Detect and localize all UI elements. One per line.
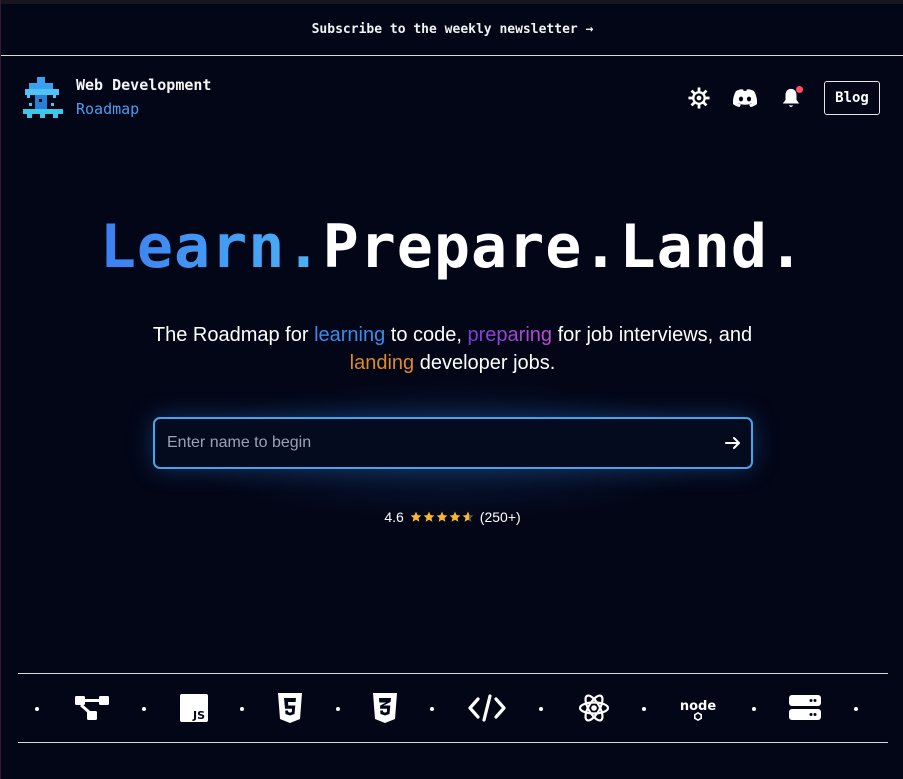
newsletter-text[interactable]: Subscribe to the weekly newsletter → — [312, 22, 594, 37]
tagline-part: developer jobs. — [414, 352, 556, 374]
nodejs-icon[interactable]: node — [678, 690, 718, 726]
separator-dot — [642, 707, 646, 711]
rating: 4.6 (250+) — [1, 509, 903, 525]
settings-icon[interactable] — [686, 85, 712, 111]
svg-text:JS: JS — [192, 709, 205, 722]
discord-icon[interactable] — [732, 85, 758, 111]
tagline-part: for job interviews, and — [552, 324, 753, 346]
tagline-part: to code, — [385, 324, 468, 346]
arrow-right-icon[interactable] — [723, 433, 743, 453]
brand-title[interactable]: Web Development — [76, 76, 211, 94]
search-box[interactable] — [153, 417, 753, 469]
css3-icon[interactable] — [365, 690, 405, 726]
roadmap-logo-icon[interactable] — [23, 77, 63, 121]
tagline-learning: learning — [314, 324, 386, 346]
tagline-part: The Roadmap for — [152, 324, 315, 346]
rating-score: 4.6 — [384, 509, 404, 525]
react-icon[interactable] — [574, 690, 614, 726]
html5-icon[interactable] — [270, 690, 310, 726]
separator-dot — [854, 707, 858, 711]
brand-subtitle[interactable]: Roadmap — [76, 100, 139, 118]
svg-text:node: node — [680, 699, 716, 714]
separator-dot — [539, 707, 543, 711]
star-icon — [410, 511, 422, 522]
tagline-landing: landing — [349, 352, 415, 374]
star-icon — [436, 511, 448, 522]
separator-dot — [752, 707, 756, 711]
hero-title-learn: Learn. — [99, 212, 323, 282]
separator-dot — [240, 707, 244, 711]
rating-count: (250+) — [479, 509, 521, 525]
roadmap-graph-icon[interactable] — [72, 690, 112, 726]
notification-dot — [796, 86, 803, 93]
code-icon[interactable] — [467, 690, 507, 726]
blog-button[interactable]: Blog — [824, 81, 880, 115]
page: Subscribe to the weekly newsletter → Web… — [0, 0, 903, 779]
star-icon — [423, 511, 435, 522]
hero-tagline: The Roadmap for learning to code, prepar… — [101, 321, 804, 377]
star-icon — [462, 511, 474, 522]
hero-title-rest: Prepare.Land. — [322, 212, 806, 282]
star-icon — [449, 511, 461, 522]
newsletter-banner[interactable]: Subscribe to the weekly newsletter → — [1, 4, 903, 56]
javascript-icon[interactable]: JS — [174, 690, 214, 726]
hero-title: Learn.Prepare.Land. — [1, 212, 903, 282]
rating-stars — [410, 511, 474, 523]
separator-dot — [430, 707, 434, 711]
bell-icon[interactable] — [778, 85, 804, 111]
separator-dot — [35, 707, 39, 711]
separator-dot — [336, 707, 340, 711]
tech-icons-row: JS node — [18, 674, 888, 742]
separator-dot — [142, 707, 146, 711]
tagline-preparing: preparing — [467, 324, 553, 346]
server-icon[interactable] — [785, 690, 825, 726]
name-input[interactable] — [167, 419, 707, 467]
header: Web Development Roadmap Blog — [1, 57, 903, 137]
divider-bottom — [18, 742, 888, 743]
